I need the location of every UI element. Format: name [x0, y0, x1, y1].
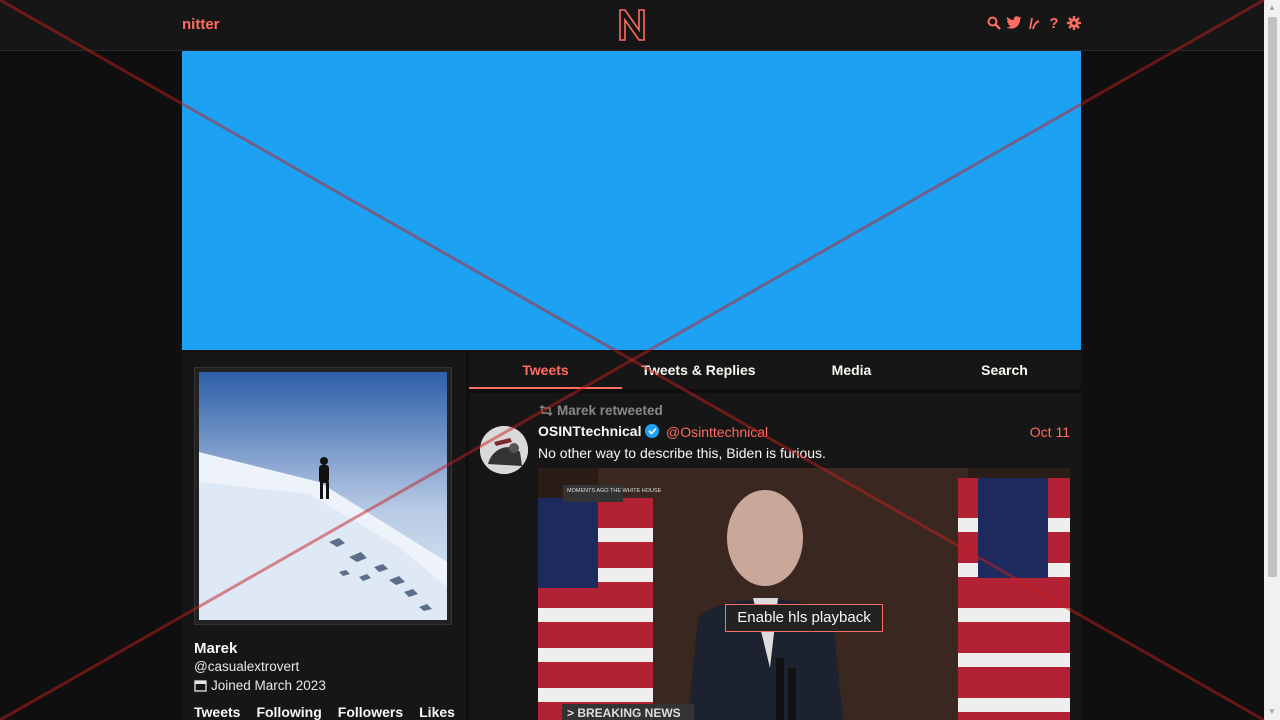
profile-banner[interactable]: [182, 51, 1081, 350]
tab-media[interactable]: Media: [775, 352, 928, 389]
retweet-icon: [539, 405, 553, 416]
tweet-media[interactable]: MOMENTS AGO THE WHITE HOUSE > BREAKING N…: [538, 468, 1070, 720]
tab-search[interactable]: Search: [928, 352, 1081, 389]
stat-tweets[interactable]: Tweets: [194, 704, 240, 720]
profile-avatar[interactable]: [194, 367, 452, 625]
scroll-up-arrow-icon[interactable]: ▲: [1264, 0, 1280, 16]
stat-following[interactable]: Following: [256, 704, 321, 720]
scroll-down-arrow-icon[interactable]: ▼: [1264, 704, 1280, 720]
brand-link[interactable]: nitter: [182, 16, 220, 33]
stat-followers[interactable]: Followers: [338, 704, 403, 720]
profile-joindate: Joined March 2023: [194, 678, 326, 693]
verified-icon: [645, 424, 660, 438]
tweet-avatar-image: [480, 426, 528, 474]
help-icon[interactable]: ?: [1046, 14, 1062, 32]
timeline-tabs: Tweets Tweets & Replies Media Search: [469, 352, 1081, 389]
retweet-header: Marek retweeted: [539, 403, 663, 418]
scrollbar-thumb[interactable]: [1268, 17, 1277, 577]
rss-icon[interactable]: [1026, 14, 1042, 32]
timeline: Marek retweeted OSINTtechnical @Osinttec…: [469, 393, 1081, 720]
search-icon[interactable]: [986, 14, 1002, 32]
gear-icon[interactable]: [1066, 14, 1082, 32]
retweet-label: Marek retweeted: [557, 403, 663, 418]
tab-tweets[interactable]: Tweets: [469, 352, 622, 389]
profile-username[interactable]: @casualextrovert: [194, 659, 299, 674]
tweet-date[interactable]: Oct 11: [1030, 424, 1070, 440]
tweet-username[interactable]: @Osinttechnical: [666, 424, 768, 440]
tweet-text: No other way to describe this, Biden is …: [538, 445, 826, 461]
avatar-image: [199, 372, 447, 620]
scrollbar[interactable]: ▲ ▼: [1264, 0, 1280, 720]
tweet-avatar[interactable]: [480, 426, 528, 474]
tab-tweets-replies[interactable]: Tweets & Replies: [622, 352, 775, 389]
video-thumbnail: MOMENTS AGO THE WHITE HOUSE > BREAKING N…: [538, 468, 1070, 720]
calendar-icon: [194, 680, 207, 692]
navbar: nitter ?: [0, 0, 1264, 51]
nav-icons: ?: [986, 14, 1082, 32]
breaking-news-ticker: > BREAKING NEWS: [567, 706, 681, 720]
stat-likes[interactable]: Likes: [419, 704, 455, 720]
profile-fullname[interactable]: Marek: [194, 640, 237, 657]
tweet-fullname[interactable]: OSINTtechnical: [538, 423, 660, 439]
tweet-fullname-text[interactable]: OSINTtechnical: [538, 423, 641, 439]
twitter-bird-icon[interactable]: [1006, 14, 1022, 32]
profile-stats: Tweets Following Followers Likes: [194, 704, 455, 720]
profile-card: Marek @casualextrovert Joined March 2023…: [182, 352, 466, 720]
nitter-logo-icon[interactable]: [617, 8, 647, 42]
media-badge-text: MOMENTS AGO THE WHITE HOUSE: [567, 488, 662, 494]
joined-text: Joined March 2023: [211, 678, 326, 693]
enable-hls-playback-button[interactable]: Enable hls playback: [725, 604, 883, 632]
